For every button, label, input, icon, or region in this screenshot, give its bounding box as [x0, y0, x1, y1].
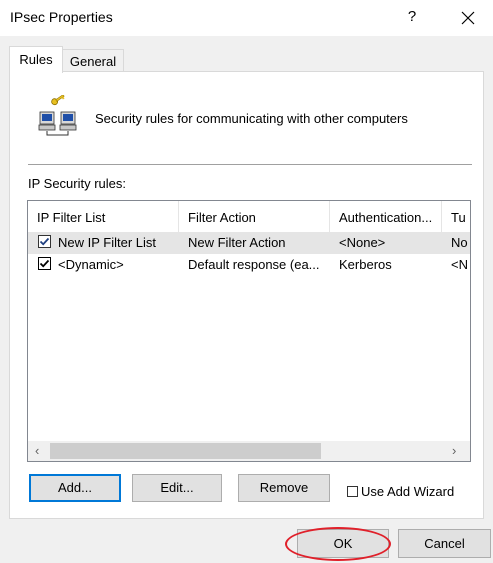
- cell-filter-list: New IP Filter List: [58, 235, 157, 250]
- scroll-left-icon[interactable]: ‹: [35, 443, 39, 458]
- window-title: IPsec Properties: [10, 9, 113, 25]
- edit-button[interactable]: Edit...: [132, 474, 222, 502]
- scroll-right-icon[interactable]: ›: [452, 443, 456, 458]
- tab-rules[interactable]: Rules: [9, 46, 63, 73]
- cell-authentication: Kerberos: [339, 257, 392, 272]
- cell-filter-action: New Filter Action: [188, 235, 286, 250]
- rule-checkbox[interactable]: [38, 257, 51, 270]
- help-button[interactable]: ?: [405, 8, 419, 25]
- column-header-label: Tu: [451, 210, 466, 225]
- column-header-label: IP Filter List: [37, 210, 106, 225]
- network-computers-icon: [37, 94, 79, 137]
- remove-button[interactable]: Remove: [238, 474, 330, 502]
- cell-tunnel: No: [451, 235, 468, 250]
- table-row[interactable]: <Dynamic> Default response (ea... Kerber…: [28, 254, 470, 276]
- cell-tunnel: <N: [451, 257, 468, 272]
- use-add-wizard-label: Use Add Wizard: [361, 484, 455, 499]
- cell-authentication: <None>: [339, 235, 386, 250]
- title-bar: IPsec Properties ?: [0, 0, 493, 36]
- scrollbar-thumb[interactable]: [50, 443, 321, 459]
- close-icon[interactable]: [456, 6, 480, 30]
- tab-rules-label: Rules: [19, 52, 53, 67]
- header-description: Security rules for communicating with ot…: [95, 111, 408, 126]
- checkbox-box[interactable]: [347, 486, 358, 497]
- checkmark-icon: [39, 237, 50, 246]
- cell-filter-list: <Dynamic>: [58, 257, 124, 272]
- checkmark-icon: [39, 259, 50, 268]
- column-header-filter-action[interactable]: Filter Action: [179, 201, 330, 232]
- tab-general-label: General: [69, 54, 117, 69]
- column-header-tunnel[interactable]: Tu: [442, 201, 470, 232]
- horizontal-scrollbar[interactable]: ‹ ›: [28, 441, 470, 461]
- rules-listview[interactable]: IP Filter List Filter Action Authenticat…: [27, 200, 471, 462]
- column-header-ip-filter-list[interactable]: IP Filter List: [28, 201, 179, 232]
- separator: [28, 164, 472, 165]
- cell-filter-action: Default response (ea...: [188, 257, 320, 272]
- ip-security-rules-label: IP Security rules:: [28, 176, 127, 191]
- cancel-button[interactable]: Cancel: [398, 529, 491, 558]
- ok-button[interactable]: OK: [297, 529, 389, 558]
- rule-checkbox[interactable]: [38, 235, 51, 248]
- add-button[interactable]: Add...: [29, 474, 121, 502]
- column-header-authentication[interactable]: Authentication...: [330, 201, 442, 232]
- table-row[interactable]: New IP Filter List New Filter Action <No…: [28, 232, 470, 254]
- column-header-label: Filter Action: [188, 210, 256, 225]
- tab-general[interactable]: General: [62, 49, 124, 73]
- column-header-label: Authentication...: [339, 210, 433, 225]
